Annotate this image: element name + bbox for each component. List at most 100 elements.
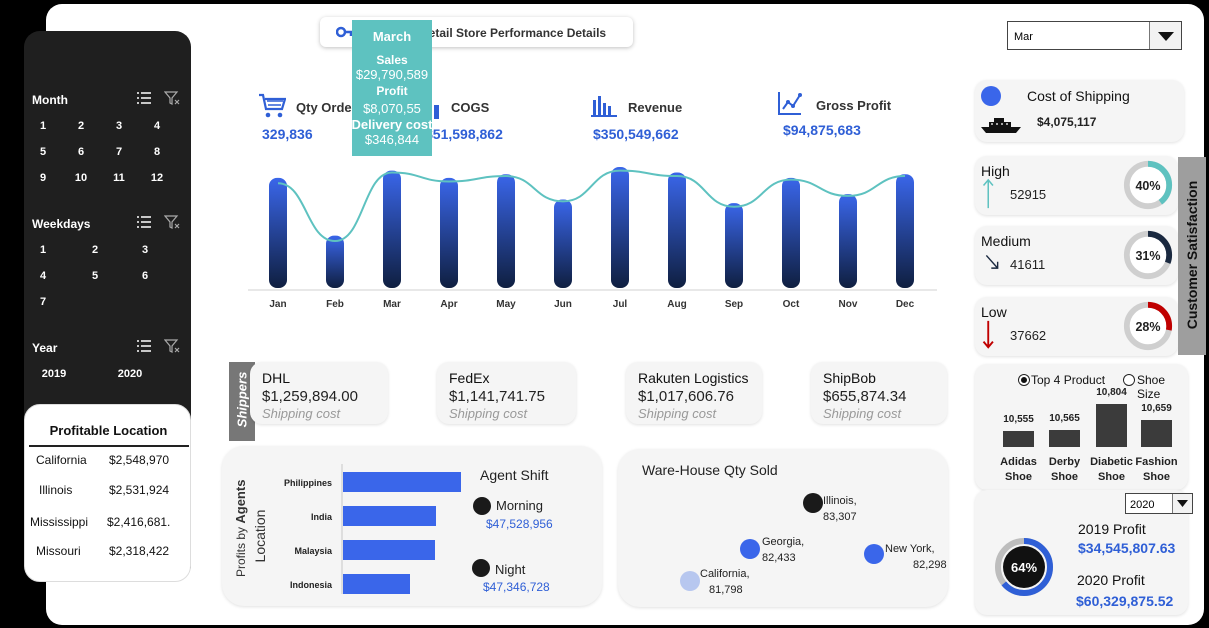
- location-name: Mississippi: [30, 515, 89, 529]
- product-name-label: Shoe: [1051, 471, 1078, 483]
- month-item-6[interactable]: 6: [70, 146, 92, 158]
- month-bar[interactable]: [440, 177, 458, 288]
- year-item-2020[interactable]: 2020: [116, 368, 144, 380]
- agent-location-bar[interactable]: [343, 540, 435, 560]
- shipper-card[interactable]: ShipBob $655,874.34 Shipping cost: [811, 362, 947, 424]
- shipper-name: Rakuten Logistics: [638, 370, 749, 386]
- x-tick-label: Jul: [613, 299, 628, 310]
- warehouse-point[interactable]: [680, 571, 700, 591]
- weekday-item-1[interactable]: 1: [32, 244, 54, 256]
- dashboard-root: Month 1 2 3 4 5 6 7 8 9 10 11 12 Weekdays 1234567 Y…: [0, 0, 1209, 628]
- tooltip-sales-label: Sales: [376, 53, 408, 67]
- month-item-7[interactable]: 7: [108, 146, 130, 158]
- month-item-5[interactable]: 5: [32, 146, 54, 158]
- shipper-card[interactable]: DHL $1,259,894.00 Shipping cost: [250, 362, 388, 424]
- tooltip-delivery-value: $346,844: [364, 132, 420, 147]
- warehouse-point-value: 83,307: [823, 511, 857, 523]
- agent-location-bar[interactable]: [343, 472, 461, 492]
- month-bar[interactable]: [668, 172, 686, 288]
- warehouse-point-value: 82,433: [762, 552, 796, 564]
- revenue-label: Revenue: [628, 100, 683, 115]
- profitable-location-title: Profitable Location: [49, 423, 168, 438]
- weekday-item-7[interactable]: 7: [32, 296, 54, 308]
- x-tick-label: Apr: [440, 299, 457, 310]
- warehouse-point[interactable]: [740, 539, 760, 559]
- tooltip-profit-value: $8,070,55: [363, 101, 421, 116]
- month-item-8[interactable]: 8: [146, 146, 168, 158]
- weekday-item-6[interactable]: 6: [134, 270, 156, 282]
- top4-radio[interactable]: [1018, 374, 1030, 386]
- x-tick-label: Jan: [269, 299, 286, 310]
- month-item-4[interactable]: 4: [146, 120, 168, 132]
- month-dropdown[interactable]: Mar: [1007, 21, 1182, 50]
- month-bar[interactable]: [269, 177, 287, 288]
- monthly-sales-chart: Jan Feb Mar Apr May Jun Jul Aug Sep Oct Nov Dec: [248, 167, 937, 310]
- weekday-item-5[interactable]: 5: [84, 270, 106, 282]
- agent-location-label: Malaysia: [294, 546, 333, 556]
- month-item-11[interactable]: 11: [108, 172, 130, 184]
- clear-filter-icon[interactable]: [164, 339, 180, 353]
- page-title: Retail Store Performance Details: [420, 26, 607, 40]
- month-item-3[interactable]: 3: [108, 120, 130, 132]
- month-bar[interactable]: [326, 235, 344, 288]
- shipping-cost-caption: Shipping cost: [638, 406, 717, 421]
- product-bar[interactable]: [1141, 419, 1172, 447]
- weekday-item-2[interactable]: 2: [84, 244, 106, 256]
- radio-dot: [1021, 377, 1027, 383]
- multi-select-icon[interactable]: [136, 91, 152, 105]
- location-value: $2,318,422: [109, 544, 170, 558]
- year-item-2019[interactable]: 2019: [40, 368, 68, 380]
- month-item-1[interactable]: 1: [32, 120, 54, 132]
- product-name-label: Diabetic: [1090, 456, 1133, 468]
- month-bar[interactable]: [611, 167, 629, 288]
- shipper-card[interactable]: FedEx $1,141,741.75 Shipping cost: [437, 362, 576, 424]
- warehouse-point[interactable]: [803, 493, 823, 513]
- shoe-size-radio[interactable]: [1123, 374, 1135, 386]
- warehouse-panel: Ware-House Qty Sold Illinois, 83,307 Georg…: [618, 449, 948, 607]
- satisfaction-value: 37662: [1010, 328, 1047, 343]
- product-name-label: Shoe: [1098, 471, 1125, 483]
- product-bar[interactable]: [1003, 430, 1034, 447]
- weekday-item-3[interactable]: 3: [134, 244, 156, 256]
- multi-select-icon[interactable]: [136, 339, 152, 353]
- tooltip-delivery-label: Delivery cost: [351, 117, 433, 132]
- clear-filter-icon[interactable]: [164, 91, 180, 105]
- month-bar[interactable]: [383, 170, 401, 288]
- shopping-cart-icon: [259, 93, 286, 118]
- agent-location-bar[interactable]: [343, 506, 436, 526]
- month-item-10[interactable]: 10: [70, 172, 92, 184]
- multi-select-icon[interactable]: [136, 215, 152, 229]
- weekday-item-4[interactable]: 4: [32, 270, 54, 282]
- month-item-2[interactable]: 2: [70, 120, 92, 132]
- shipper-name: ShipBob: [823, 370, 876, 386]
- product-bar[interactable]: [1049, 429, 1080, 447]
- month-bar[interactable]: [782, 177, 800, 288]
- month-bar[interactable]: [554, 199, 572, 288]
- x-tick-label: Jun: [554, 299, 572, 310]
- month-bar[interactable]: [497, 174, 515, 288]
- year-dropdown-value: 2020: [1130, 499, 1155, 511]
- agent-location-bar[interactable]: [343, 574, 410, 594]
- year-dropdown[interactable]: 2020: [1125, 493, 1193, 514]
- warehouse-point-value: 81,798: [709, 584, 743, 596]
- month-bar[interactable]: [896, 174, 914, 288]
- month-item-12[interactable]: 12: [146, 172, 168, 184]
- shipper-card[interactable]: Rakuten Logistics $1,017,606.76 Shipping c…: [626, 362, 762, 424]
- month-bar[interactable]: [839, 194, 857, 288]
- top-products-panel: Top 4 Product Shoe Size 10,555 Adidas Shoe…: [975, 364, 1188, 490]
- warehouse-point[interactable]: [864, 544, 884, 564]
- product-bar[interactable]: [1096, 403, 1127, 447]
- satisfaction-donut: 40%: [1123, 160, 1173, 210]
- shippers-tag-label: Shippers: [234, 371, 250, 428]
- dropdown-arrow-button[interactable]: [1149, 22, 1181, 49]
- donut-percent-label: 28%: [1135, 320, 1160, 334]
- clear-filter-icon[interactable]: [164, 215, 180, 229]
- arrow-down-right-icon: [985, 254, 999, 269]
- month-item-9[interactable]: 9: [32, 172, 54, 184]
- month-bar[interactable]: [725, 203, 743, 288]
- agent-location-label: Indonesia: [290, 580, 333, 590]
- dropdown-arrow-button[interactable]: [1172, 494, 1192, 513]
- shipping-cost-caption: Shipping cost: [262, 406, 341, 421]
- product-name-label: Shoe: [1005, 471, 1032, 483]
- location-value: $2,548,970: [109, 453, 170, 467]
